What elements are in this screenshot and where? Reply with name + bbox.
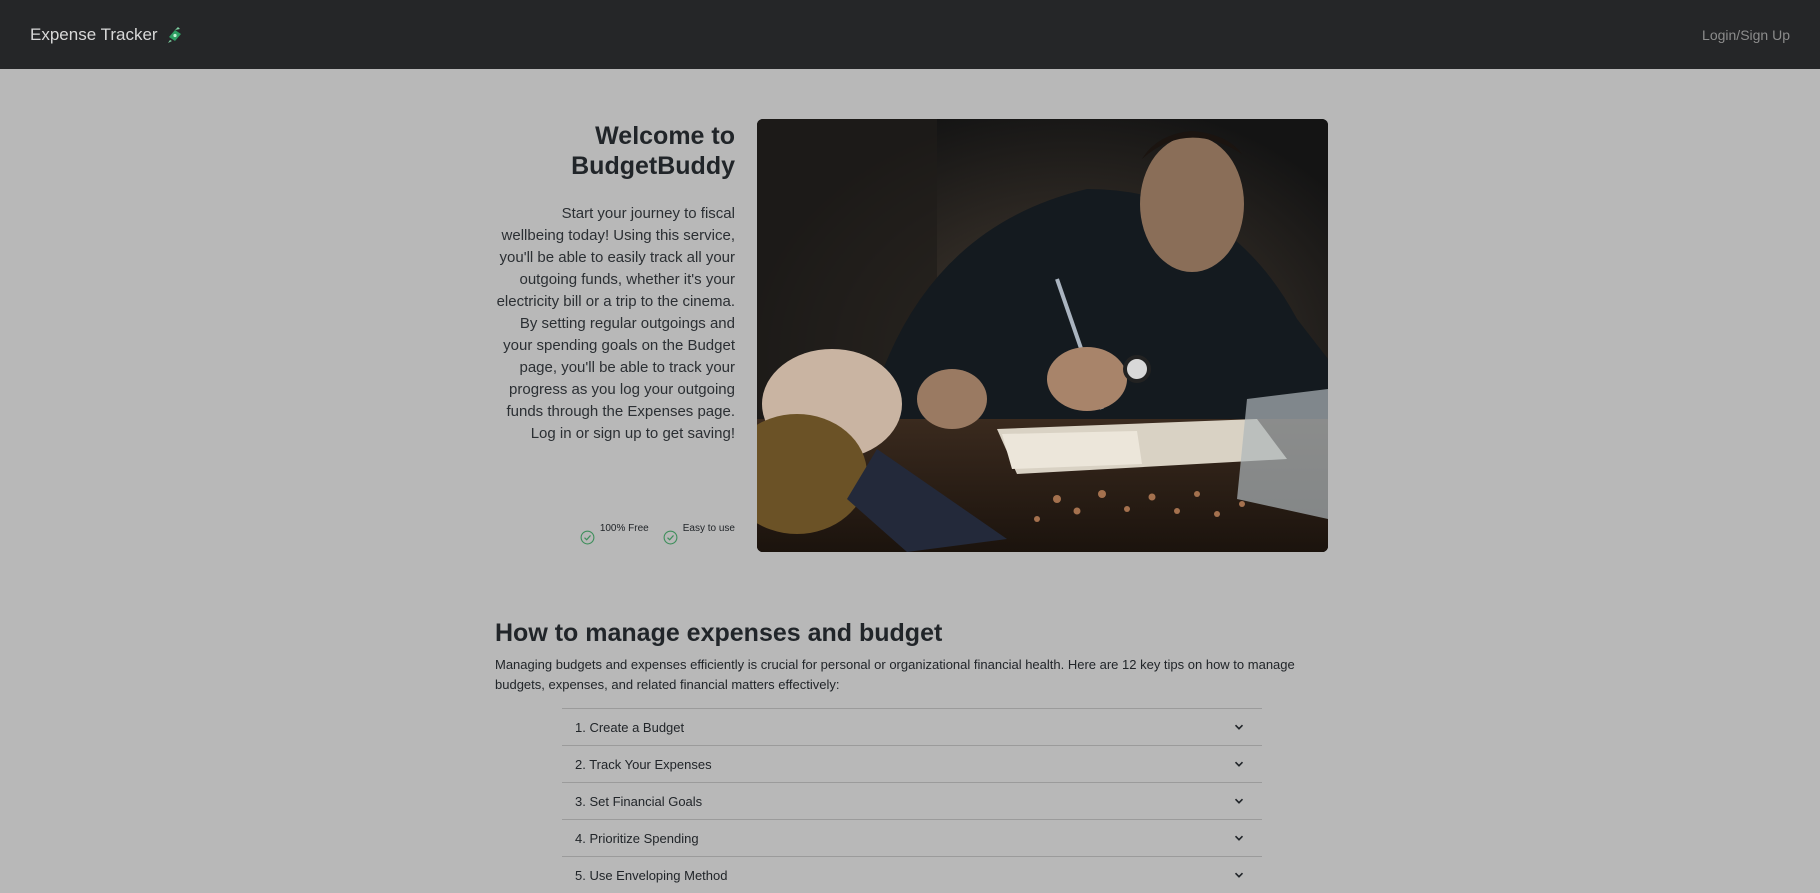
hero-text: Welcome to BudgetBuddy Start your journe…	[495, 119, 735, 445]
navbar: Expense Tracker Login/Sign Up	[0, 0, 1820, 69]
chevron-down-icon	[1234, 724, 1244, 730]
feature-easy: Easy to use	[663, 523, 735, 545]
accordion-label: 2. Track Your Expenses	[575, 756, 712, 772]
accordion-item-track-expenses[interactable]: 2. Track Your Expenses	[562, 745, 1262, 782]
chevron-down-icon	[1234, 835, 1244, 841]
accordion-label: 1. Create a Budget	[575, 719, 685, 735]
accordion-label: 3. Set Financial Goals	[575, 793, 703, 809]
money-wings-icon	[166, 26, 184, 44]
section-title: How to manage expenses and budget	[495, 619, 943, 647]
feature-list: 100% Free Easy to use	[580, 523, 735, 545]
hero-photo	[757, 119, 1328, 552]
hero-section: Welcome to BudgetBuddy Start your journe…	[495, 119, 1328, 552]
chevron-down-icon	[1234, 798, 1244, 804]
brand-link[interactable]: Expense Tracker	[30, 25, 184, 45]
hero-description: Start your journey to fiscal wellbeing t…	[496, 205, 735, 442]
brand-name: Expense Tracker	[30, 24, 158, 44]
feature-label: 100% Free	[599, 523, 649, 534]
chevron-down-icon	[1234, 761, 1244, 767]
check-circle-icon	[663, 530, 678, 545]
feature-label: Easy to use	[682, 523, 735, 534]
tips-section: How to manage expenses and budget Managi…	[495, 617, 1330, 695]
accordion-item-create-budget[interactable]: 1. Create a Budget	[562, 708, 1262, 745]
accordion-item-financial-goals[interactable]: 3. Set Financial Goals	[562, 782, 1262, 819]
feature-free: 100% Free	[580, 523, 649, 545]
accordion-label: 4. Prioritize Spending	[575, 830, 699, 846]
chevron-down-icon	[1234, 872, 1244, 878]
check-circle-icon	[580, 530, 595, 545]
accordion-label: 5. Use Enveloping Method	[575, 867, 728, 883]
accordion-item-prioritize-spending[interactable]: 4. Prioritize Spending	[562, 819, 1262, 856]
tips-accordion: 1. Create a Budget 2. Track Your Expense…	[562, 708, 1262, 893]
login-signup-link[interactable]: Login/Sign Up	[1702, 27, 1790, 43]
section-description: Managing budgets and expenses efficientl…	[495, 657, 1295, 692]
hero-title: Welcome to BudgetBuddy	[571, 122, 735, 180]
